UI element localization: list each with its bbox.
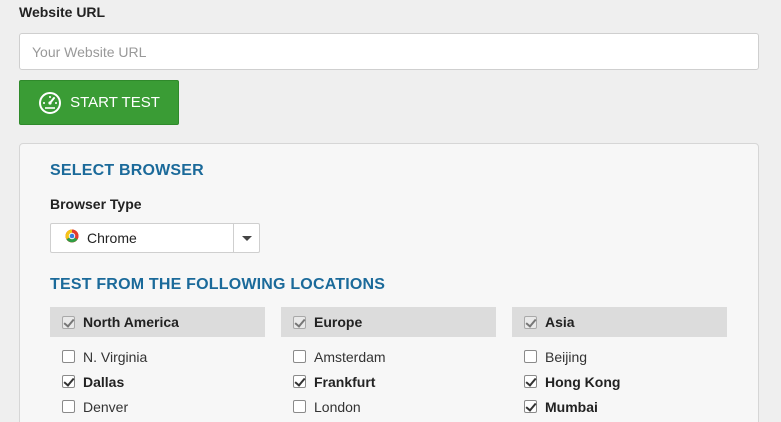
city-checkbox[interactable] (293, 375, 306, 388)
test-settings-panel: SELECT BROWSER Browser Type Chrome TEST … (19, 143, 759, 422)
region-column-north-america: North America N. Virginia Dallas Denver (50, 307, 265, 419)
region-label: North America (83, 314, 179, 330)
city-option[interactable]: Hong Kong (512, 369, 727, 394)
city-checkbox[interactable] (524, 400, 537, 413)
city-list: Amsterdam Frankfurt London (281, 337, 496, 419)
browser-type-label: Browser Type (50, 196, 142, 212)
city-checkbox[interactable] (524, 375, 537, 388)
city-checkbox[interactable] (62, 350, 75, 363)
region-checkbox[interactable] (524, 315, 537, 329)
city-label: Frankfurt (314, 373, 376, 390)
city-list: N. Virginia Dallas Denver (50, 337, 265, 419)
region-header[interactable]: Europe (281, 307, 496, 337)
region-checkbox[interactable] (62, 315, 75, 329)
city-label: London (314, 398, 361, 415)
speedometer-icon (38, 91, 62, 115)
region-column-europe: Europe Amsterdam Frankfurt London (281, 307, 496, 419)
browser-type-select[interactable]: Chrome (50, 223, 260, 253)
city-checkbox[interactable] (293, 400, 306, 413)
start-test-button[interactable]: START TEST (19, 80, 179, 125)
city-option[interactable]: Mumbai (512, 394, 727, 419)
city-label: Denver (83, 398, 129, 415)
browser-selected-value: Chrome (87, 230, 137, 246)
website-url-input[interactable] (19, 33, 759, 70)
city-option[interactable]: Amsterdam (281, 344, 496, 369)
region-header[interactable]: North America (50, 307, 265, 337)
city-checkbox[interactable] (524, 350, 537, 363)
city-option[interactable]: Frankfurt (281, 369, 496, 394)
city-label: N. Virginia (83, 348, 148, 365)
city-checkbox[interactable] (293, 350, 306, 363)
city-label: Beijing (545, 348, 588, 365)
region-checkbox[interactable] (293, 315, 306, 329)
city-label: Hong Kong (545, 373, 621, 390)
city-label: Dallas (83, 373, 125, 390)
city-option[interactable]: Beijing (512, 344, 727, 369)
chevron-down-icon (241, 235, 252, 241)
region-header[interactable]: Asia (512, 307, 727, 337)
city-checkbox[interactable] (62, 375, 75, 388)
city-option[interactable]: London (281, 394, 496, 419)
city-option[interactable]: Dallas (50, 369, 265, 394)
select-browser-title: SELECT BROWSER (50, 162, 204, 179)
city-list: Beijing Hong Kong Mumbai (512, 337, 727, 419)
city-checkbox[interactable] (62, 400, 75, 413)
start-test-label: START TEST (70, 94, 160, 111)
region-label: Europe (314, 314, 363, 330)
website-url-label: Website URL (19, 4, 106, 20)
city-option[interactable]: N. Virginia (50, 344, 265, 369)
dropdown-toggle[interactable] (233, 224, 259, 252)
city-label: Mumbai (545, 398, 598, 415)
locations-title: TEST FROM THE FOLLOWING LOCATIONS (50, 276, 386, 293)
city-option[interactable]: Denver (50, 394, 265, 419)
region-column-asia: Asia Beijing Hong Kong Mumbai (512, 307, 727, 419)
chrome-icon (65, 229, 79, 248)
city-label: Amsterdam (314, 348, 386, 365)
region-label: Asia (545, 314, 575, 330)
